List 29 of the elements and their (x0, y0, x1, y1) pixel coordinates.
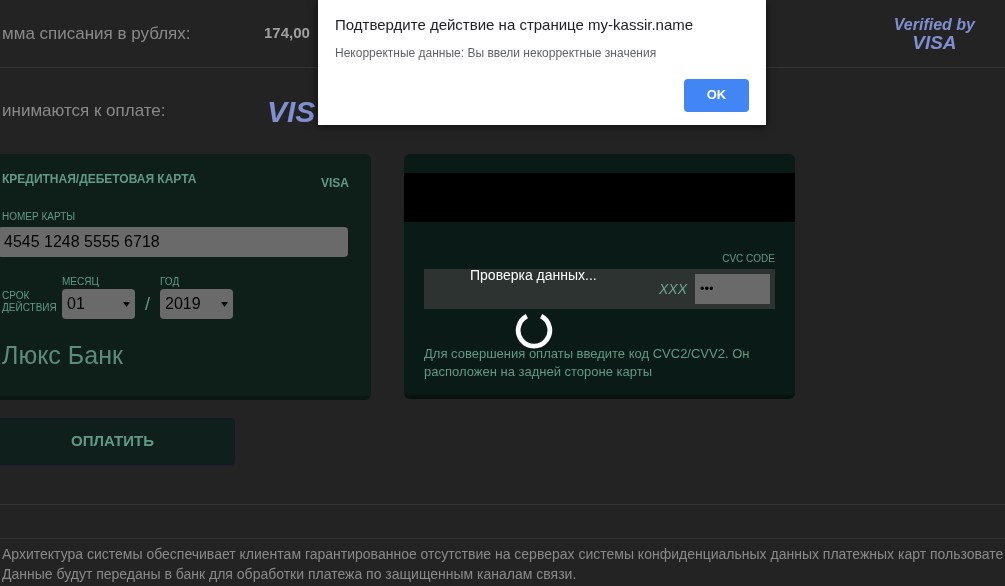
caret-icon (221, 301, 228, 307)
date-separator: / (144, 293, 151, 315)
card-number-field[interactable]: 4545 1248 5555 6718 (0, 227, 348, 257)
verified-by-visa-logo: Verified by VISA (893, 15, 975, 52)
loader-text: Проверка данных... (470, 266, 597, 285)
month-label: МЕСЯЦ (62, 275, 100, 289)
year-select[interactable]: 2019 (160, 289, 233, 319)
pay-button[interactable]: ОПЛАТИТЬ (0, 418, 235, 465)
loading-spinner-icon (515, 311, 553, 349)
bank-logo: Люкс Банк (2, 340, 124, 371)
ok-button[interactable]: OK (684, 78, 749, 112)
caret-icon (123, 301, 130, 307)
card-brand: VISA (321, 175, 349, 192)
cvc-hint: Для совершения оплаты введите код CVC2/CVV2. Он расположен на задней стороне карты (424, 345, 751, 381)
year-label: ГОД (160, 275, 181, 289)
card-type-title: КРЕДИТНАЯ/ДЕБЕТОВАЯ КАРТА (2, 171, 197, 188)
accepted-cards-label: инимаются к оплате: (2, 100, 167, 123)
cvc-label: CVC CODE (722, 252, 775, 266)
dialog-message: Некорректные данные: Вы ввели некорректные значения (335, 44, 658, 62)
amount-label: мма списания в рублях: (2, 22, 192, 45)
security-note: Архитектура системы обеспечивает клиентам гарантированное отсутствие на серверах системы конфиденциальных данных платежных карт пользовате (2, 545, 1005, 564)
cvc-value-field[interactable]: ••• (695, 274, 770, 304)
visa-logo: VIS (267, 93, 316, 130)
security-note: Данные будут переданы в банк для обработки платежа по защищенным каналам связи. (2, 565, 578, 584)
amount-value: 174,00 (264, 23, 310, 44)
month-select[interactable]: 01 (62, 289, 135, 319)
card-number-label: НОМЕР КАРТЫ (2, 210, 77, 224)
dialog-title: Подтвердите действие на странице my-kassir.name (335, 15, 695, 35)
expiry-label: СРОК ДЕЙСТВИЯ (2, 290, 56, 314)
